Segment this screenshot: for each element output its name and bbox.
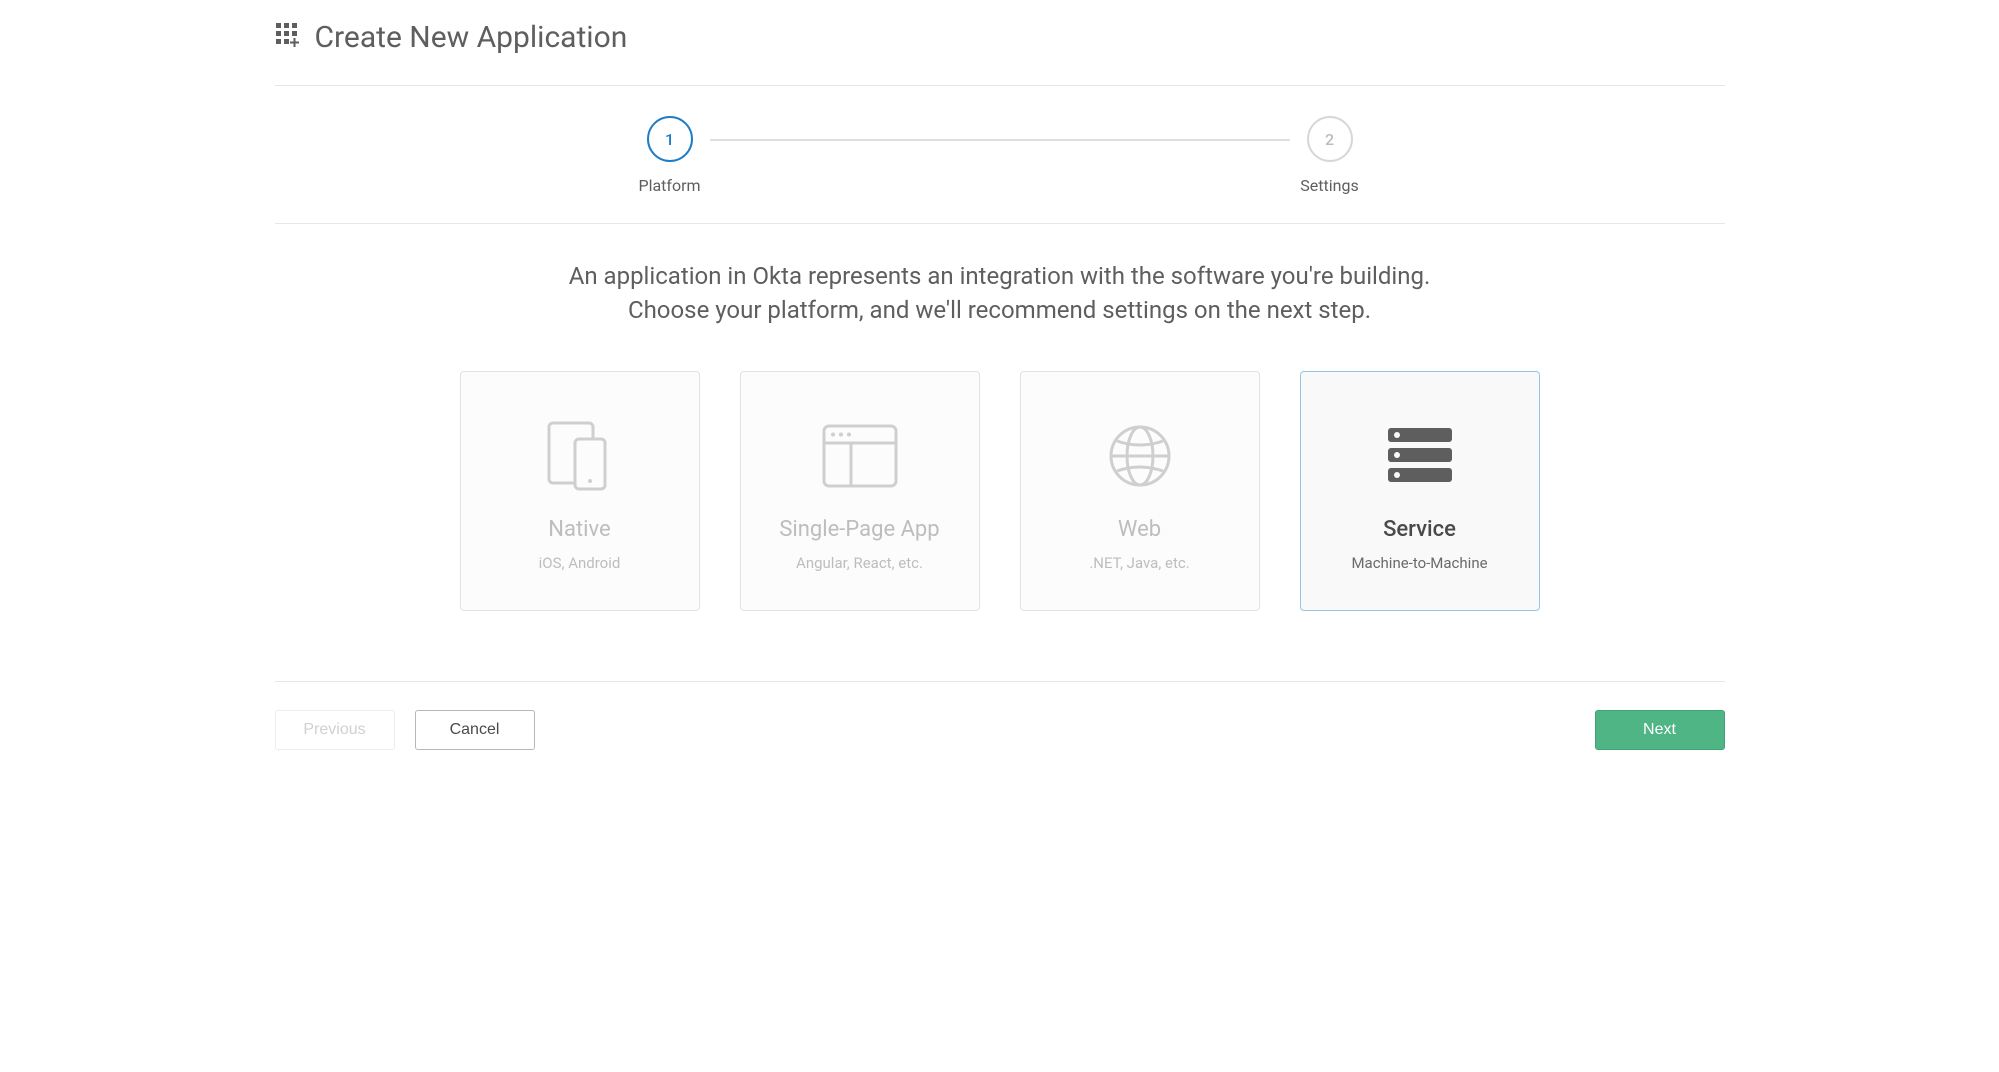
card-title: Native xyxy=(548,517,610,542)
apps-grid-add-icon xyxy=(275,22,303,54)
page-header: Create New Application xyxy=(275,20,1725,86)
wizard-footer: Previous Cancel Next xyxy=(275,681,1725,750)
server-stack-icon xyxy=(1386,411,1454,501)
platform-card-spa[interactable]: Single-Page App Angular, React, etc. xyxy=(740,371,980,611)
card-title: Service xyxy=(1383,517,1456,542)
step-settings[interactable]: 2 Settings xyxy=(1290,116,1370,195)
step-number: 2 xyxy=(1307,116,1353,162)
intro-text: An application in Okta represents an int… xyxy=(275,224,1725,371)
step-label: Platform xyxy=(638,176,700,195)
mobile-devices-icon xyxy=(545,411,615,501)
card-title: Single-Page App xyxy=(779,517,939,542)
next-button[interactable]: Next xyxy=(1595,710,1725,750)
card-subtitle: Angular, React, etc. xyxy=(796,554,923,572)
platform-card-native[interactable]: Native iOS, Android xyxy=(460,371,700,611)
previous-button: Previous xyxy=(275,710,395,750)
step-label: Settings xyxy=(1300,176,1358,195)
intro-line-1: An application in Okta represents an int… xyxy=(295,260,1705,294)
card-subtitle: iOS, Android xyxy=(539,554,621,572)
platform-cards: Native iOS, Android Single-Page App xyxy=(275,371,1725,681)
step-platform[interactable]: 1 Platform xyxy=(630,116,710,195)
browser-window-icon xyxy=(821,411,899,501)
intro-line-2: Choose your platform, and we'll recommen… xyxy=(295,294,1705,328)
cancel-button[interactable]: Cancel xyxy=(415,710,535,750)
page-title: Create New Application xyxy=(315,20,628,55)
wizard-stepper: 1 Platform 2 Settings xyxy=(275,86,1725,224)
platform-card-service[interactable]: Service Machine-to-Machine xyxy=(1300,371,1540,611)
platform-card-web[interactable]: Web .NET, Java, etc. xyxy=(1020,371,1260,611)
card-subtitle: Machine-to-Machine xyxy=(1351,554,1487,572)
card-subtitle: .NET, Java, etc. xyxy=(1089,554,1189,572)
step-connector xyxy=(710,139,1290,141)
globe-icon xyxy=(1107,411,1173,501)
step-number: 1 xyxy=(647,116,693,162)
card-title: Web xyxy=(1118,517,1161,542)
